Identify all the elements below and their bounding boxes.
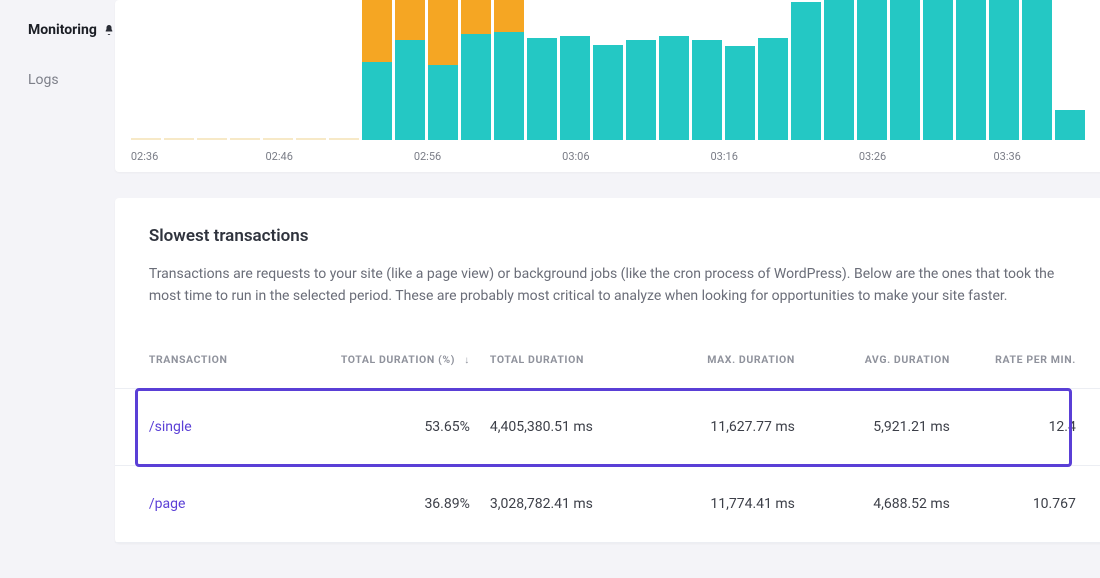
chart-bar[interactable] <box>527 38 557 140</box>
transaction-link[interactable]: /single <box>149 419 192 435</box>
slowest-transactions-table: Transaction Total duration (%) ↓ Total d… <box>115 319 1100 543</box>
x-tick: 03:06 <box>562 150 589 163</box>
chart-bar[interactable] <box>1055 110 1085 140</box>
traffic-chart-plot[interactable] <box>131 0 1094 140</box>
chart-bar[interactable] <box>560 36 590 140</box>
chart-x-axis: 02:36 02:46 02:56 03:06 03:16 03:26 03:36 <box>131 140 1094 168</box>
x-tick: 03:26 <box>859 150 886 163</box>
chart-bar[interactable] <box>659 36 689 140</box>
transaction-link[interactable]: /page <box>149 496 186 512</box>
col-label: Total duration (%) <box>341 353 455 366</box>
chart-bar[interactable] <box>923 0 953 140</box>
card-description: Transactions are requests to your site (… <box>149 264 1076 307</box>
x-tick: 03:16 <box>710 150 737 163</box>
sidebar-item-logs[interactable]: Logs <box>28 72 115 88</box>
col-rpm[interactable]: Rate per min. <box>960 319 1100 389</box>
chart-bar[interactable] <box>791 2 821 140</box>
cell-avg-dur: 4,688.52 ms <box>805 466 960 543</box>
col-total-dur[interactable]: Total duration <box>480 319 650 389</box>
card-heading: Slowest transactions <box>149 226 1076 246</box>
chart-bar[interactable] <box>692 40 722 140</box>
chart-bar[interactable] <box>857 0 887 140</box>
chart-bar[interactable] <box>824 0 854 140</box>
chart-bar[interactable] <box>428 0 458 140</box>
x-tick: 02:46 <box>265 150 292 163</box>
cell-total-dur: 3,028,782.41 ms <box>480 466 650 543</box>
cell-total-pct: 36.89% <box>315 466 480 543</box>
chart-bar[interactable] <box>494 0 524 140</box>
table-row[interactable]: /single 53.65%4,405,380.51 ms11,627.77 ms… <box>115 389 1100 466</box>
cell-rpm: 12.4 <box>960 389 1100 466</box>
sidebar: Monitoring Logs <box>0 0 115 578</box>
sort-desc-icon: ↓ <box>464 355 470 366</box>
sidebar-item-monitoring[interactable]: Monitoring <box>28 22 115 38</box>
col-max-dur[interactable]: Max. duration <box>650 319 805 389</box>
chart-bar[interactable] <box>890 0 920 140</box>
col-avg-dur[interactable]: Avg. duration <box>805 319 960 389</box>
x-tick: 03:36 <box>993 150 1020 163</box>
chart-bar[interactable] <box>362 0 392 140</box>
main-content: 02:36 02:46 02:56 03:06 03:16 03:26 03:36 Slow… <box>115 0 1100 578</box>
cell-rpm: 10.767 <box>960 466 1100 543</box>
chart-bar[interactable] <box>956 0 986 140</box>
col-transaction[interactable]: Transaction <box>115 319 315 389</box>
bell-icon <box>103 23 115 37</box>
chart-bar[interactable] <box>1022 0 1052 140</box>
chart-bar[interactable] <box>395 0 425 140</box>
col-total-pct[interactable]: Total duration (%) ↓ <box>315 319 480 389</box>
chart-bar[interactable] <box>461 0 491 140</box>
cell-total-pct: 53.65% <box>315 389 480 466</box>
chart-bar[interactable] <box>725 46 755 140</box>
sidebar-item-label: Monitoring <box>28 22 97 38</box>
cell-max-dur: 11,627.77 ms <box>650 389 805 466</box>
table-row[interactable]: /page 36.89%3,028,782.41 ms11,774.41 ms4,… <box>115 466 1100 543</box>
chart-bar[interactable] <box>758 38 788 140</box>
sidebar-item-label: Logs <box>28 72 59 88</box>
chart-bar[interactable] <box>989 0 1019 140</box>
chart-bar[interactable] <box>626 40 656 140</box>
traffic-chart-card: 02:36 02:46 02:56 03:06 03:16 03:26 03:36 <box>115 0 1100 172</box>
x-tick: 02:56 <box>414 150 441 163</box>
chart-bar[interactable] <box>593 45 623 140</box>
cell-total-dur: 4,405,380.51 ms <box>480 389 650 466</box>
x-tick: 02:36 <box>131 150 158 163</box>
cell-max-dur: 11,774.41 ms <box>650 466 805 543</box>
slowest-transactions-card: Slowest transactions Transactions are re… <box>115 198 1100 543</box>
cell-avg-dur: 5,921.21 ms <box>805 389 960 466</box>
